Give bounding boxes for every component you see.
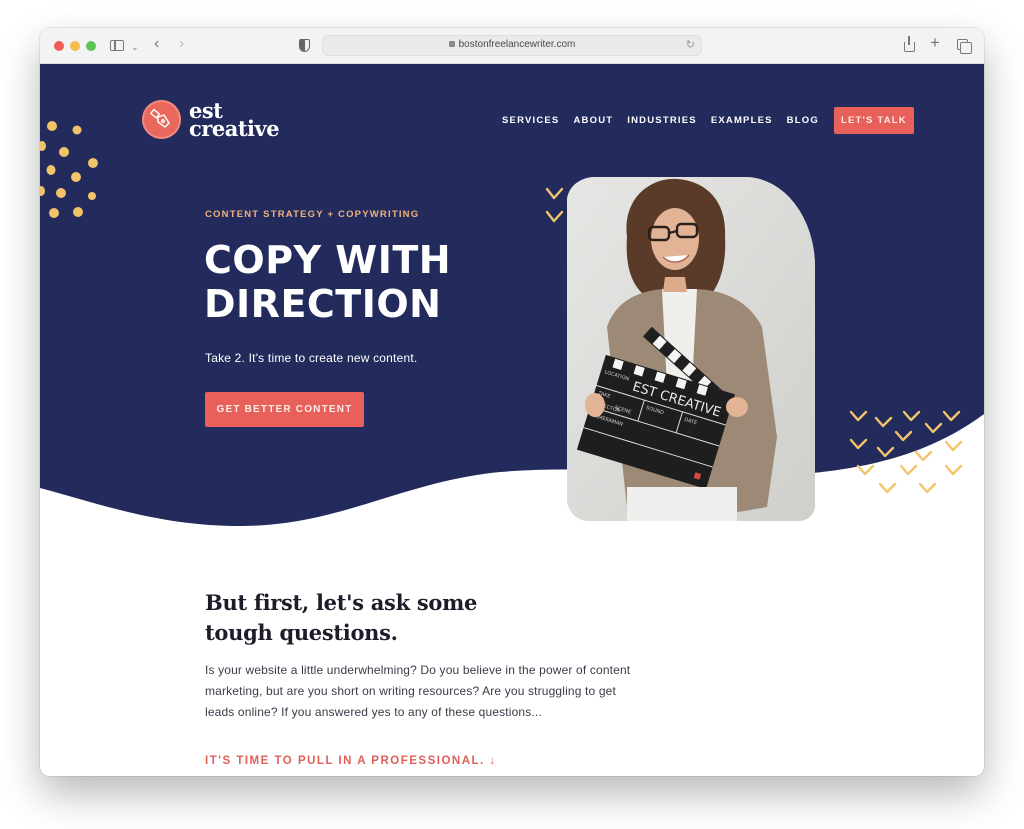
chevron-down-icon[interactable]: ⌄ [131, 38, 139, 56]
pen-nib-icon [150, 108, 170, 128]
browser-toolbar: ⌄ ‹ › bostonfreelancewriter.com ↻ + [40, 28, 984, 64]
photo-illustration: EST CREATIVE LOCATION TAKE SCENE SOUND D… [567, 177, 815, 521]
logo-wordmark: est creative [189, 100, 280, 141]
nav-about[interactable]: ABOUT [573, 115, 613, 126]
forward-icon[interactable]: › [179, 35, 184, 53]
nav-blog[interactable]: BLOG [787, 115, 819, 126]
nav-industries[interactable]: INDUSTRIES [627, 115, 697, 126]
nav-examples[interactable]: EXAMPLES [711, 115, 773, 126]
hero-title: COPY WITH DIRECTION [204, 238, 451, 326]
url-text: bostonfreelancewriter.com [458, 39, 576, 50]
intro-body: Is your website a little underwhelming? … [205, 663, 631, 719]
nav-services[interactable]: SERVICES [502, 115, 559, 126]
hero-eyebrow: CONTENT STRATEGY + COPYWRITING [205, 209, 420, 220]
hero-subtitle: Take 2. It's time to create new content. [205, 351, 418, 365]
url-display[interactable]: bostonfreelancewriter.com [323, 39, 701, 50]
new-tab-icon[interactable]: + [930, 34, 940, 52]
decorative-dots [40, 121, 98, 218]
person-hand-left [585, 393, 605, 417]
intro-title-line-2: tough questions. [205, 620, 398, 645]
logo-badge [142, 100, 181, 139]
privacy-shield-icon[interactable] [299, 39, 310, 52]
hero-title-line-1: COPY WITH [204, 238, 452, 282]
address-bar[interactable]: bostonfreelancewriter.com ↻ [322, 35, 702, 56]
sidebar-icon[interactable] [110, 40, 124, 51]
minimize-window-button[interactable] [70, 41, 80, 51]
intro-title-line-1: But first, let's ask some [205, 590, 478, 615]
intro-title: But first, let's ask some tough question… [205, 588, 477, 648]
window-controls [54, 41, 96, 51]
logo-line-2: creative [189, 115, 280, 141]
decorative-chevrons-right [849, 410, 963, 494]
reload-icon[interactable]: ↻ [686, 38, 695, 51]
browser-window: ⌄ ‹ › bostonfreelancewriter.com ↻ + est … [40, 28, 984, 776]
main-nav: SERVICES ABOUT INDUSTRIES EXAMPLES BLOG … [502, 107, 914, 134]
person-hand-right [726, 397, 748, 417]
web-page: est creative SERVICES ABOUT INDUSTRIES E… [40, 64, 984, 776]
hero-photo: EST CREATIVE LOCATION TAKE SCENE SOUND D… [567, 177, 815, 521]
tab-overview-icon[interactable] [957, 39, 972, 54]
lock-icon [448, 41, 455, 47]
get-better-content-button[interactable]: GET BETTER CONTENT [205, 392, 364, 427]
close-window-button[interactable] [54, 41, 64, 51]
lets-talk-button[interactable]: LET'S TALK [833, 107, 914, 134]
back-icon[interactable]: ‹ [154, 35, 159, 53]
hero-title-line-2: DIRECTION [204, 282, 442, 326]
logo[interactable]: est creative [142, 100, 280, 141]
share-icon[interactable] [904, 36, 915, 52]
professional-link[interactable]: IT'S TIME TO PULL IN A PROFESSIONAL. ↓ [205, 755, 497, 767]
maximize-window-button[interactable] [86, 41, 96, 51]
